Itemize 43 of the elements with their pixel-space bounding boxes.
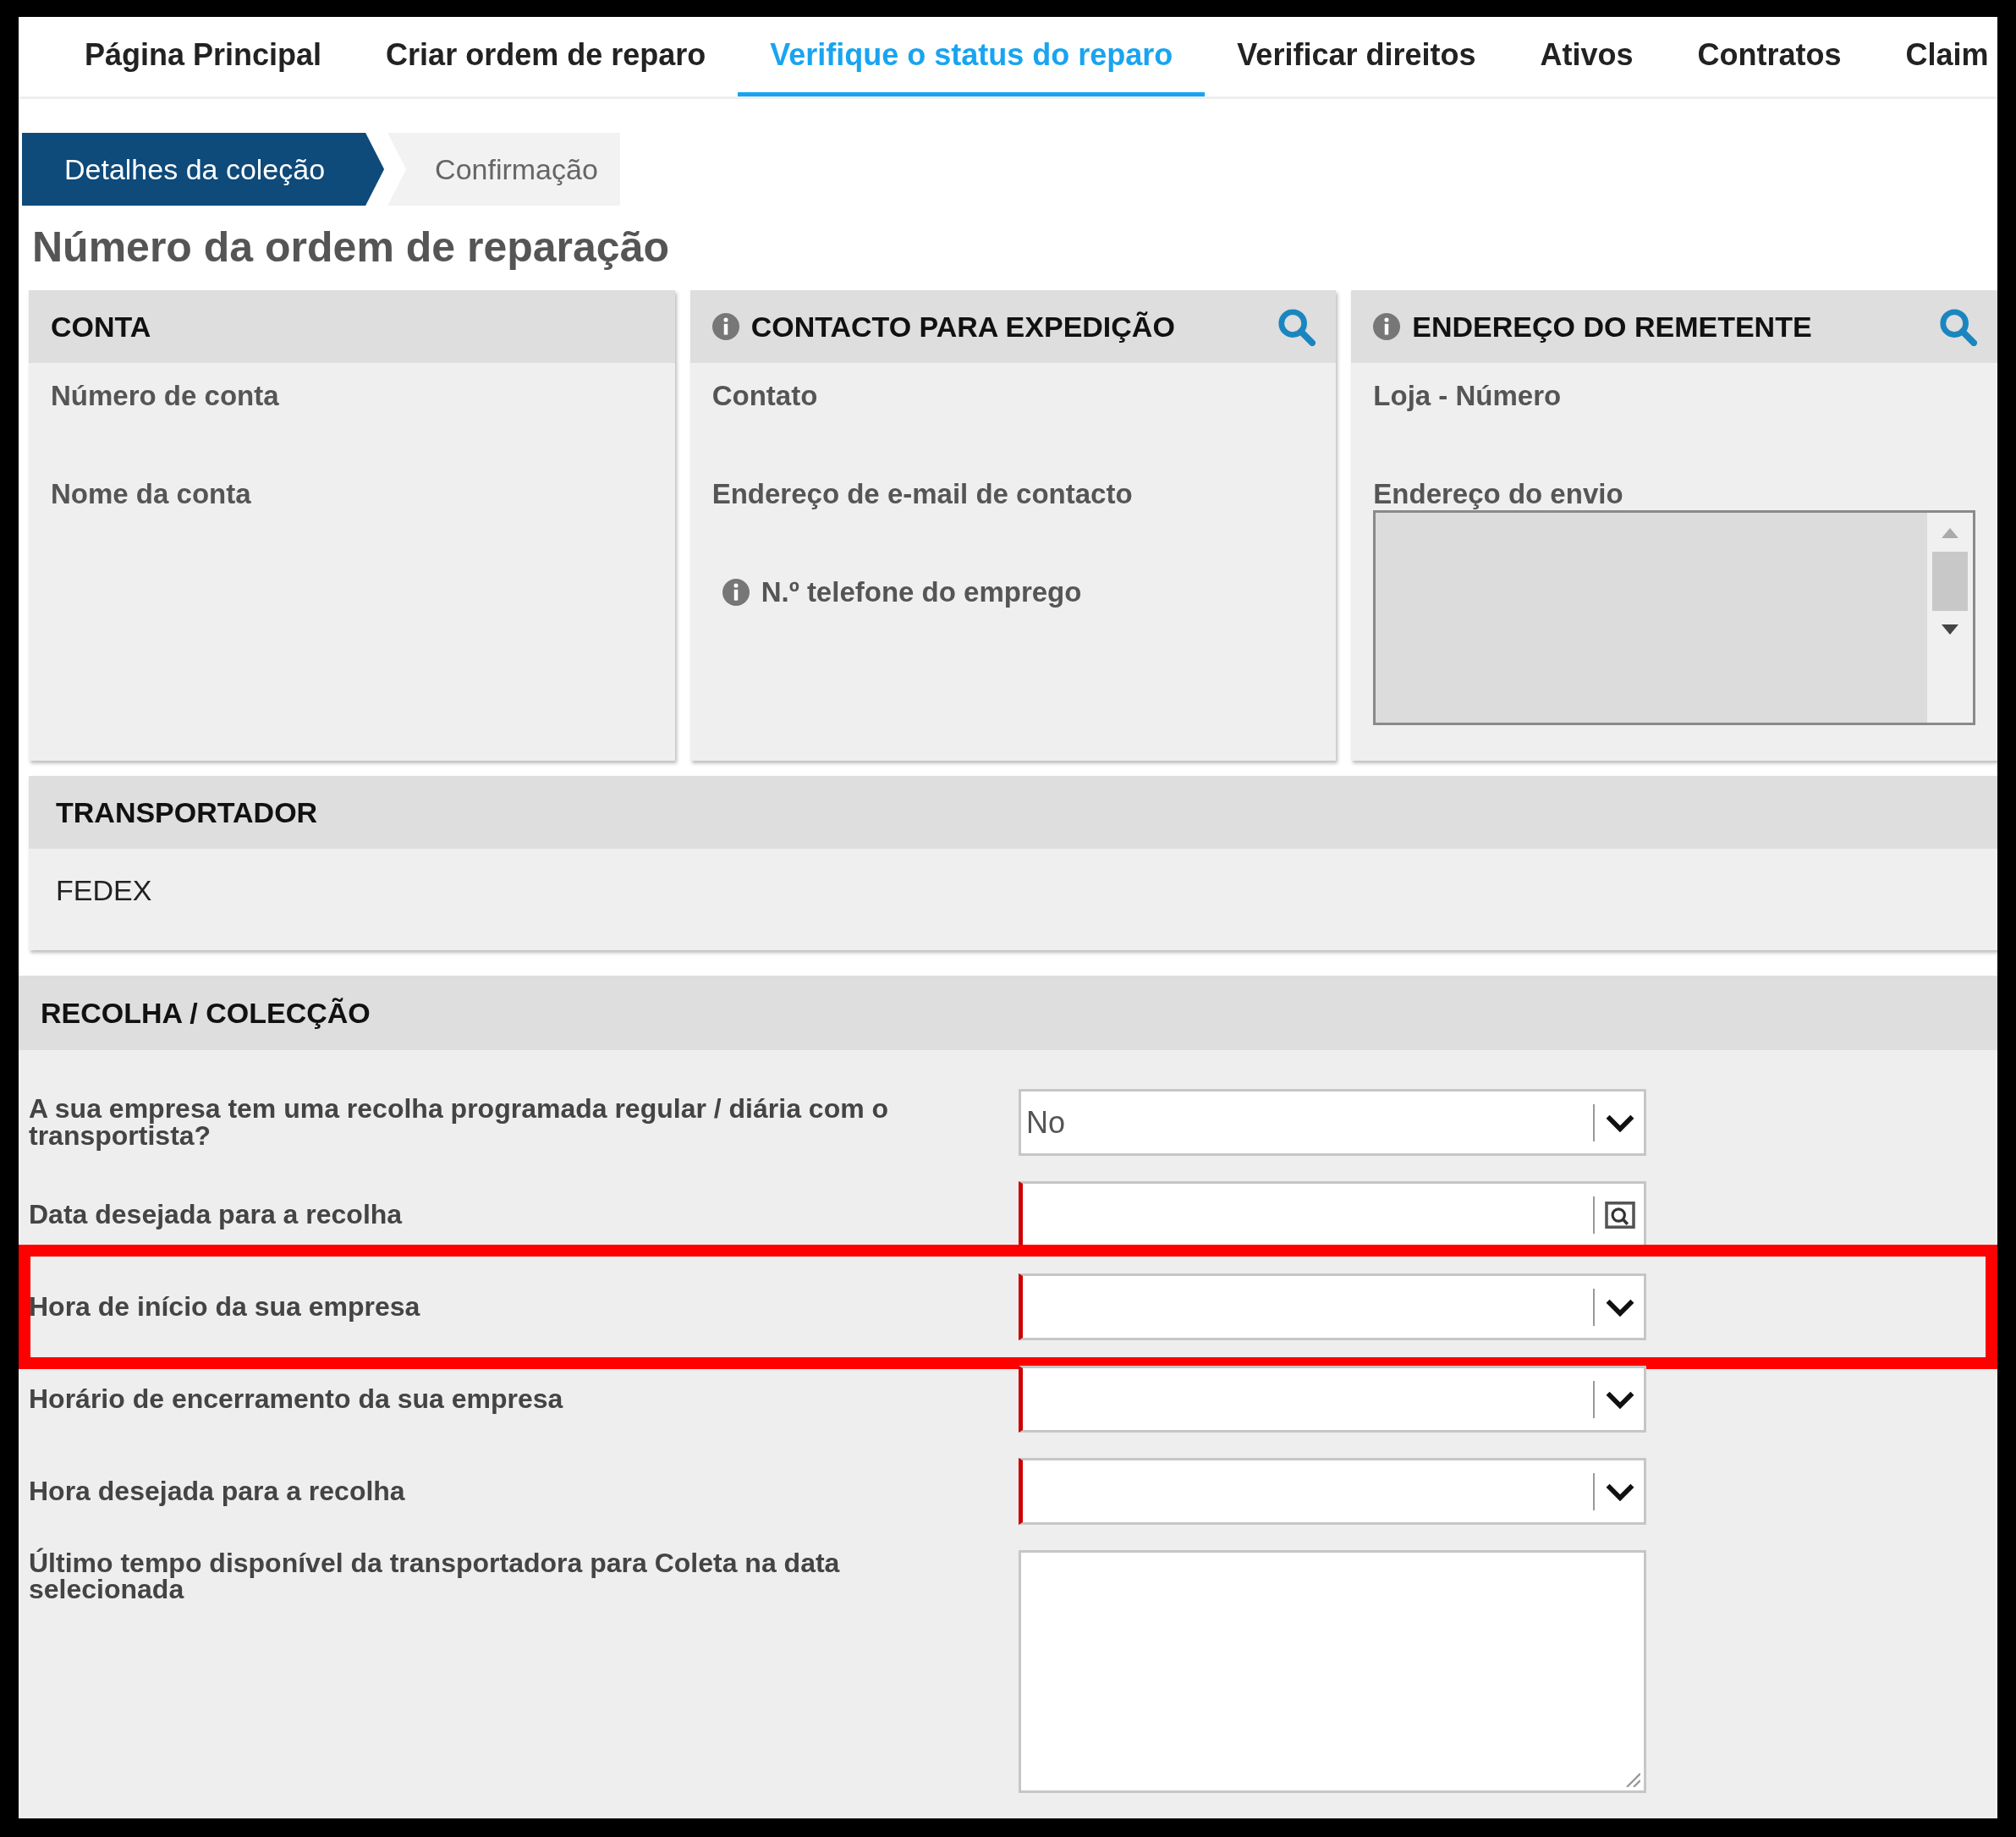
form-label: Horário de encerramento da sua empresa (29, 1385, 564, 1413)
page-title: Número da ordem de reparação (32, 223, 671, 272)
form-label: A sua empresa tem uma recolha programada regular / diária com o transportista? (29, 1096, 890, 1149)
textarea-field[interactable] (1019, 1550, 1646, 1793)
nav-tab[interactable]: Contratos (1665, 17, 1874, 96)
panel-title: TRANSPORTADOR (29, 776, 1997, 849)
wizard-step[interactable]: Detalhes da coleção (22, 133, 385, 206)
dropdown-field[interactable] (1019, 1273, 1646, 1340)
search-icon[interactable] (1938, 307, 1977, 346)
wizard-step[interactable]: Confirmação (387, 133, 620, 206)
search-icon[interactable] (1277, 307, 1316, 346)
field-label: Loja - Número (1373, 380, 1562, 412)
form-label: Hora de início da sua empresa (29, 1293, 421, 1321)
chevron-icon (1605, 1389, 1635, 1409)
field-label: Endereço de e-mail de contacto (711, 478, 1133, 510)
dropdown-field[interactable] (1019, 1458, 1646, 1525)
nav-tab[interactable]: Página Principal (52, 17, 354, 96)
dropdown-field[interactable] (1019, 1366, 1646, 1433)
nav-tab[interactable]: Ativos (1508, 17, 1666, 96)
chevron-icon (1605, 1113, 1635, 1132)
scrollbar[interactable] (1927, 513, 1973, 723)
scroll-up-icon[interactable] (1942, 528, 1958, 538)
panel-title: ENDEREÇO DO REMETENTE (1412, 310, 1813, 344)
chevron-icon (1605, 1482, 1635, 1501)
carrier-value: FEDEX (55, 873, 153, 907)
panel-title: CONTACTO PARA EXPEDIÇÃO (750, 310, 1176, 344)
calendar-icon (1605, 1201, 1635, 1229)
scroll-down-icon[interactable] (1942, 624, 1958, 635)
field-label: Nome da conta (51, 478, 251, 510)
form-label: Hora desejada para a recolha (29, 1477, 406, 1505)
nav-tab[interactable]: Criar ordem de reparo (354, 17, 739, 96)
form-label: Data desejada para a recolha (29, 1201, 404, 1229)
field-label: Endereço do envio (1373, 478, 1623, 510)
field-label: N.º telefone do emprego (761, 576, 1082, 608)
chevron-icon (1605, 1297, 1635, 1317)
panel-title: RECOLHA / COLECÇÃO (19, 976, 1997, 1050)
field-label: Número de conta (51, 380, 279, 412)
nav-tab[interactable]: Claim (1873, 17, 1997, 96)
field-label: Contato (711, 380, 818, 412)
dropdown-field[interactable]: No (1019, 1089, 1646, 1156)
nav-tab[interactable]: Verificar direitos (1205, 17, 1508, 96)
scrollbar-thumb[interactable] (1932, 552, 1968, 611)
panel-title: CONTA (51, 310, 152, 344)
